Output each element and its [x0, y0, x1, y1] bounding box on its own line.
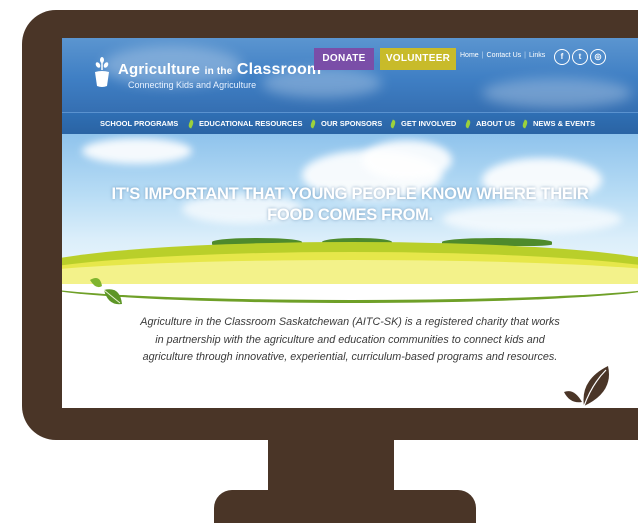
main-nav: SCHOOL PROGRAMS EDUCATIONAL RESOURCES OU… — [62, 112, 638, 135]
facebook-icon[interactable]: f — [554, 49, 570, 65]
hero-banner: IT'S IMPORTANT THAT YOUNG PEOPLE KNOW WH… — [62, 134, 638, 284]
nav-item-about-us[interactable]: ABOUT US — [476, 113, 515, 135]
top-links: Home | Contact Us | Links — [460, 52, 548, 59]
link-home[interactable]: Home — [460, 52, 479, 59]
website-screen: Agriculture in the Classroom Connecting … — [62, 38, 638, 408]
hero-headline-line2: FOOD COMES FROM. — [267, 206, 433, 224]
sky-cloud — [362, 140, 452, 180]
monitor-base — [214, 490, 476, 523]
nav-item-news-events[interactable]: NEWS & EVENTS — [533, 113, 595, 135]
header-cloud — [482, 78, 632, 108]
leaf-icon — [309, 119, 317, 129]
wheat-logo-icon[interactable] — [92, 56, 112, 88]
twitter-icon[interactable]: t — [572, 49, 588, 65]
site-header: Agriculture in the Classroom Connecting … — [62, 38, 638, 112]
hero-headline: IT'S IMPORTANT THAT YOUNG PEOPLE KNOW WH… — [62, 184, 638, 226]
green-swoosh — [62, 264, 638, 303]
nav-item-educational-resources[interactable]: EDUCATIONAL RESOURCES — [199, 113, 302, 135]
link-separator: | — [524, 52, 526, 59]
nav-item-get-involved[interactable]: GET INVOLVED — [401, 113, 456, 135]
leaf-icon — [187, 119, 195, 129]
intro-section: Agriculture in the Classroom Saskatchewa… — [62, 278, 638, 408]
leaf-icon — [464, 119, 472, 129]
sky-cloud — [82, 138, 192, 164]
instagram-icon[interactable]: ◎ — [590, 49, 606, 65]
nav-item-school-programs[interactable]: SCHOOL PROGRAMS — [100, 113, 178, 135]
logo-word-in-the: in the — [204, 66, 233, 77]
volunteer-button[interactable]: VOLUNTEER — [380, 48, 456, 70]
link-links[interactable]: Links — [529, 52, 545, 59]
site-logo-title[interactable]: Agriculture in the Classroom — [118, 61, 321, 79]
leaf-icon — [521, 119, 529, 129]
link-contact-us[interactable]: Contact Us — [487, 52, 522, 59]
leaf-icon — [90, 278, 122, 305]
leaf-icon — [564, 366, 609, 407]
logo-word-classroom: Classroom — [236, 61, 322, 78]
logo-word-agriculture: Agriculture — [118, 61, 201, 78]
leaf-icon — [389, 119, 397, 129]
logo-tagline: Connecting Kids and Agriculture — [128, 80, 257, 90]
nav-item-our-sponsors[interactable]: OUR SPONSORS — [321, 113, 382, 135]
intro-paragraph: Agriculture in the Classroom Saskatchewa… — [140, 316, 560, 363]
hero-headline-line1: IT'S IMPORTANT THAT YOUNG PEOPLE KNOW WH… — [111, 185, 589, 203]
donate-button[interactable]: DONATE — [314, 48, 374, 70]
link-separator: | — [481, 52, 484, 59]
